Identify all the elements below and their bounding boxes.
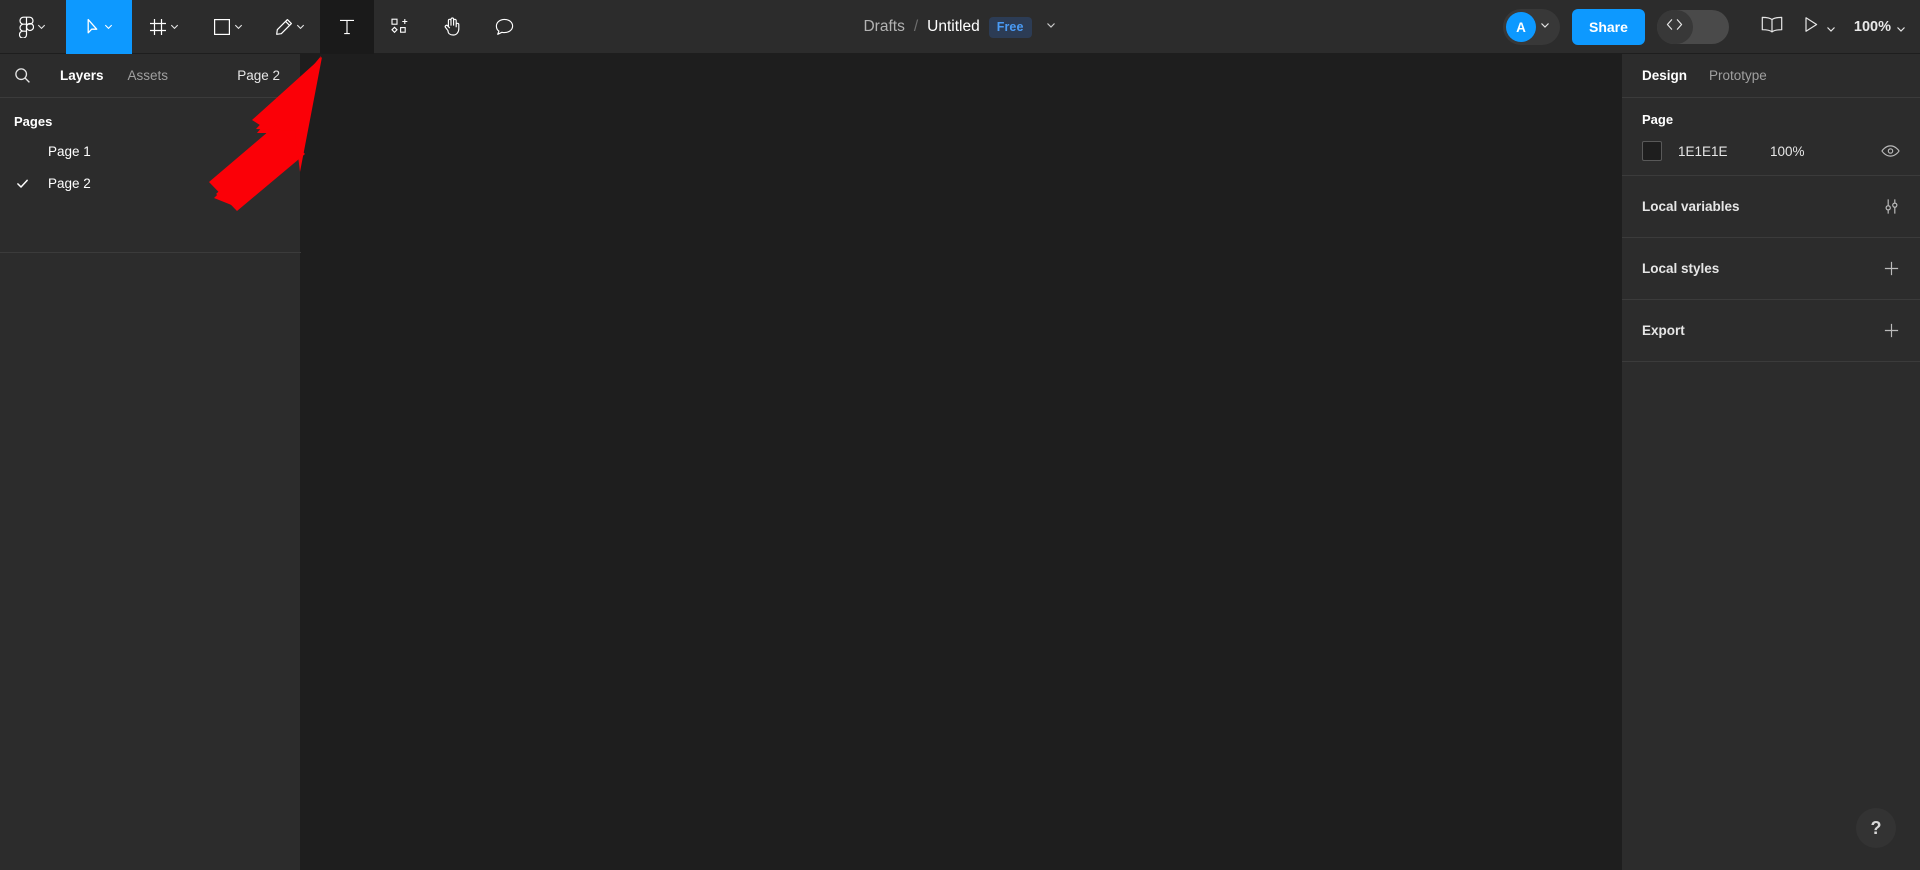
pen-icon [275,18,293,36]
avatar[interactable]: A [1505,12,1536,42]
top-toolbar: Drafts / Untitled Free A Share 100% [0,0,1920,54]
chevron-down-icon[interactable] [169,21,180,32]
help-button[interactable]: ? [1856,808,1896,848]
chevron-down-icon[interactable] [36,21,47,32]
code-brackets-icon [1666,18,1683,36]
page-list-item-label: Page 1 [48,143,91,159]
local-variables-row[interactable]: Local variables [1622,176,1920,238]
present-chevron-down-icon[interactable] [1825,22,1836,33]
hand-icon [443,17,461,36]
pen-tool-button[interactable] [260,0,320,54]
plus-icon[interactable] [1883,322,1900,339]
present-button[interactable] [1793,0,1846,54]
page-color-opacity-value[interactable]: 100% [1770,144,1805,159]
file-menu-chevron-down-icon[interactable] [1045,18,1057,36]
play-triangle-icon [1803,16,1819,38]
text-tool-button[interactable] [320,0,374,54]
current-page-chip[interactable]: Page 2 [237,68,286,83]
design-canvas[interactable] [302,54,1621,870]
dev-mode-knob[interactable] [1656,10,1693,44]
local-styles-title: Local styles [1642,261,1720,276]
search-icon[interactable] [14,67,48,84]
zoom-level-label[interactable]: 100% [1854,19,1891,35]
comment-icon [495,18,514,36]
right-sidebar-tabs: Design Prototype [1622,54,1920,98]
comment-tool-button[interactable] [478,0,530,54]
avatar-group[interactable]: A [1502,9,1560,45]
breadcrumb-project[interactable]: Drafts [863,18,904,36]
chevron-down-icon[interactable] [103,21,114,32]
rectangle-icon [213,18,231,36]
page-list-item-2[interactable]: Page 2 [0,167,300,199]
page-section-title: Page [1642,112,1674,127]
components-icon [390,18,410,35]
book-icon [1761,16,1783,38]
tab-prototype[interactable]: Prototype [1709,68,1767,83]
library-button[interactable] [1751,0,1793,54]
chevron-down-icon[interactable] [233,21,244,32]
figma-logo-icon [19,16,34,38]
text-icon [338,18,356,36]
zoom-chevron-down-icon[interactable] [1895,22,1906,33]
export-row[interactable]: Export [1622,300,1920,362]
chevron-down-icon[interactable] [295,21,306,32]
page-properties-section: Page 1E1E1E 100% [1622,98,1920,176]
breadcrumb-separator: / [913,18,919,35]
local-styles-row[interactable]: Local styles [1622,238,1920,300]
export-title: Export [1642,323,1685,338]
local-variables-title: Local variables [1642,199,1740,214]
avatar-chevron-down-icon[interactable] [1539,18,1551,36]
check-icon [14,177,30,190]
plus-icon[interactable] [1883,260,1900,277]
page-color-hex-value[interactable]: 1E1E1E [1678,144,1770,159]
right-sidebar: Design Prototype Page 1E1E1E 100% Local … [1621,54,1920,870]
cursor-arrow-icon [85,18,101,36]
pages-divider [0,252,301,253]
plan-badge[interactable]: Free [988,16,1032,38]
pages-section-header: Pages [14,114,53,129]
move-tool-button[interactable] [66,0,132,54]
tab-design[interactable]: Design [1642,68,1687,83]
zoom-control[interactable]: 100% [1846,19,1906,35]
color-swatch[interactable] [1642,141,1662,161]
left-sidebar-tabs: Layers Assets Page 2 [0,54,300,98]
frame-icon [149,18,167,36]
shape-tool-button[interactable] [196,0,260,54]
sidebar-tab-assets[interactable]: Assets [116,68,181,83]
page-list-item-label: Page 2 [48,175,91,191]
sidebar-tab-layers[interactable]: Layers [48,68,116,83]
page-title[interactable]: Untitled [927,18,980,36]
left-sidebar: Layers Assets Page 2 Pages Page 1 Page 2 [0,54,301,870]
eye-icon[interactable] [1881,144,1900,158]
page-background-row[interactable]: 1E1E1E 100% [1642,127,1900,175]
main-menu-button[interactable] [0,0,66,54]
sliders-icon[interactable] [1883,198,1900,215]
page-list-item-1[interactable]: Page 1 [0,135,300,167]
components-tool-button[interactable] [374,0,426,54]
hand-tool-button[interactable] [426,0,478,54]
toolbar-right-group: A Share 100% [1502,0,1920,54]
figma-app-window: Drafts / Untitled Free A Share 100% Laye… [0,0,1920,870]
share-button[interactable]: Share [1571,9,1645,45]
frame-tool-button[interactable] [132,0,196,54]
dev-mode-toggle[interactable] [1656,10,1729,44]
toolbar-tool-group [0,0,530,54]
